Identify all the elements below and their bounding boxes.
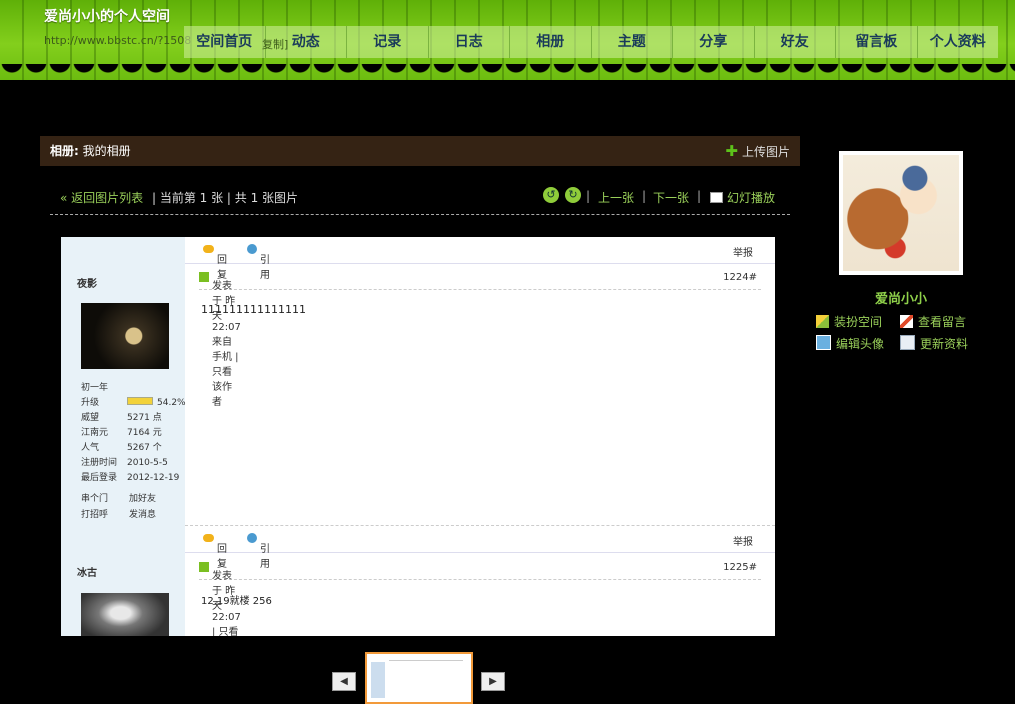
nav-records[interactable]: 记录 xyxy=(347,26,429,58)
fence-decoration xyxy=(0,64,1015,80)
plus-icon: ✚ xyxy=(725,142,738,160)
site-url: http://www.bbstc.cn/?1508 xyxy=(44,34,192,47)
post-icon xyxy=(199,562,209,572)
photo-position: | 当前第 1 张 | 共 1 张图片 xyxy=(152,191,299,205)
photo-reply-2: 回复 xyxy=(203,533,227,570)
nav-blog[interactable]: 日志 xyxy=(429,26,510,58)
nav-home[interactable]: 空间首页 xyxy=(184,26,266,58)
upload-button[interactable]: ✚ 上传图片 xyxy=(725,136,790,167)
avatar-edit-icon xyxy=(816,335,831,350)
prev-photo-link[interactable]: 上一张 xyxy=(598,189,634,206)
thumb-next-button[interactable]: ▶ xyxy=(481,672,505,691)
quote-icon xyxy=(247,533,257,543)
post-icon xyxy=(199,272,209,282)
back-to-list-link[interactable]: « 返回图片列表 xyxy=(60,189,143,206)
photo-report: 举报 xyxy=(733,248,753,259)
photo-post2-header: 发表于 昨天 22:07 | 只看该作者 1225# xyxy=(199,557,761,636)
profile-avatar[interactable] xyxy=(839,151,963,275)
nav-topics[interactable]: 主题 xyxy=(592,26,673,58)
divider xyxy=(50,214,790,215)
rotate-left-icon[interactable]: ↺ xyxy=(543,187,559,203)
photo-post1-actions: 串个门 加好友 打招呼 发消息 xyxy=(81,494,157,520)
photo-post2-user: 冰古 xyxy=(77,568,97,579)
photo-post2-floor: 1225# xyxy=(723,562,757,573)
photo-quote-2: 引用 xyxy=(247,533,270,570)
profile-name[interactable]: 爱尚小小 xyxy=(839,288,963,307)
profile-links: 装扮空间 查看留言 编辑头像 更新资料 xyxy=(816,311,986,355)
reply-icon xyxy=(203,534,214,542)
album-photo[interactable]: 回复 引用 举报 发表于 昨天 22:07 来自手机 | 只看该作者 1224#… xyxy=(61,237,775,636)
photo-post1-meta: 发表于 昨天 22:07 来自手机 | 只看该作者 xyxy=(199,272,241,408)
photo-report-2: 举报 xyxy=(733,537,753,548)
photo-post1-stats: 初一年 升级 54.2% 威望 5271 点 江南元 7164 元 人气 5267 个 … xyxy=(81,383,186,483)
next-photo-link[interactable]: 下一张 xyxy=(653,189,689,206)
photo-post1-avatar xyxy=(81,303,169,369)
photo-post2-content: 12.19就楼 256 xyxy=(201,596,272,607)
nav-album[interactable]: 相册 xyxy=(510,26,592,58)
photo-thumbnail[interactable] xyxy=(365,652,473,704)
pencil-icon xyxy=(900,315,913,328)
photo-reply: 回复 xyxy=(203,244,227,281)
photo-quote: 引用 xyxy=(247,244,270,281)
photo-post1-header: 发表于 昨天 22:07 来自手机 | 只看该作者 1224# xyxy=(199,267,761,408)
decorate-space-link[interactable]: 装扮空间 xyxy=(816,311,900,333)
album-label: 相册: 我的相册 xyxy=(50,144,131,158)
separator: | xyxy=(642,189,647,203)
slideshow-link[interactable]: 幻灯播放 xyxy=(710,189,775,206)
album-name[interactable]: 我的相册 xyxy=(83,144,131,158)
photo-post1-floor: 1224# xyxy=(723,272,757,283)
nav-share[interactable]: 分享 xyxy=(673,26,755,58)
slideshow-icon xyxy=(710,192,723,203)
header-banner: 爱尚小小的个人空间 http://www.bbstc.cn/?1508 空间首页… xyxy=(0,0,1015,80)
photo-post1-user: 夜影 xyxy=(77,279,97,290)
site-title[interactable]: 爱尚小小的个人空间 xyxy=(44,6,170,26)
level-bar xyxy=(127,397,153,405)
quote-icon xyxy=(247,244,257,254)
edit-avatar-link[interactable]: 编辑头像 xyxy=(816,333,900,355)
reply-icon xyxy=(203,245,214,253)
album-bar: 相册: 我的相册 ✚ 上传图片 xyxy=(40,136,800,166)
separator: | xyxy=(586,189,591,203)
nav-friends[interactable]: 好友 xyxy=(755,26,836,58)
rotate-right-icon[interactable]: ↻ xyxy=(565,187,581,203)
photo-post-toolbar-2: 回复 引用 举报 xyxy=(185,525,775,570)
thumb-prev-button[interactable]: ◀ xyxy=(332,672,356,691)
wand-icon xyxy=(816,315,829,328)
nav-profile[interactable]: 个人资料 xyxy=(918,26,999,58)
nav-guestbook[interactable]: 留言板 xyxy=(836,26,918,58)
separator: | xyxy=(697,189,702,203)
update-profile-link[interactable]: 更新资料 xyxy=(900,333,984,355)
copy-url-link[interactable]: 复制] xyxy=(262,36,288,52)
photo-post1-content: 111111111111111 xyxy=(201,303,306,316)
photo-post2-meta: 发表于 昨天 22:07 | 只看该作者 xyxy=(199,562,241,636)
photo-post-toolbar: 回复 引用 举报 xyxy=(185,237,775,281)
photo-post2-avatar xyxy=(81,593,169,636)
photo-toolbar: « 返回图片列表 | 当前第 1 张 | 共 1 张图片 ↺ ↻ | 上一张 |… xyxy=(40,186,790,208)
id-card-icon xyxy=(900,335,915,350)
view-messages-link[interactable]: 查看留言 xyxy=(900,311,984,333)
main-nav: 空间首页 动态 记录 日志 相册 主题 分享 好友 留言板 个人资料 xyxy=(184,26,998,58)
